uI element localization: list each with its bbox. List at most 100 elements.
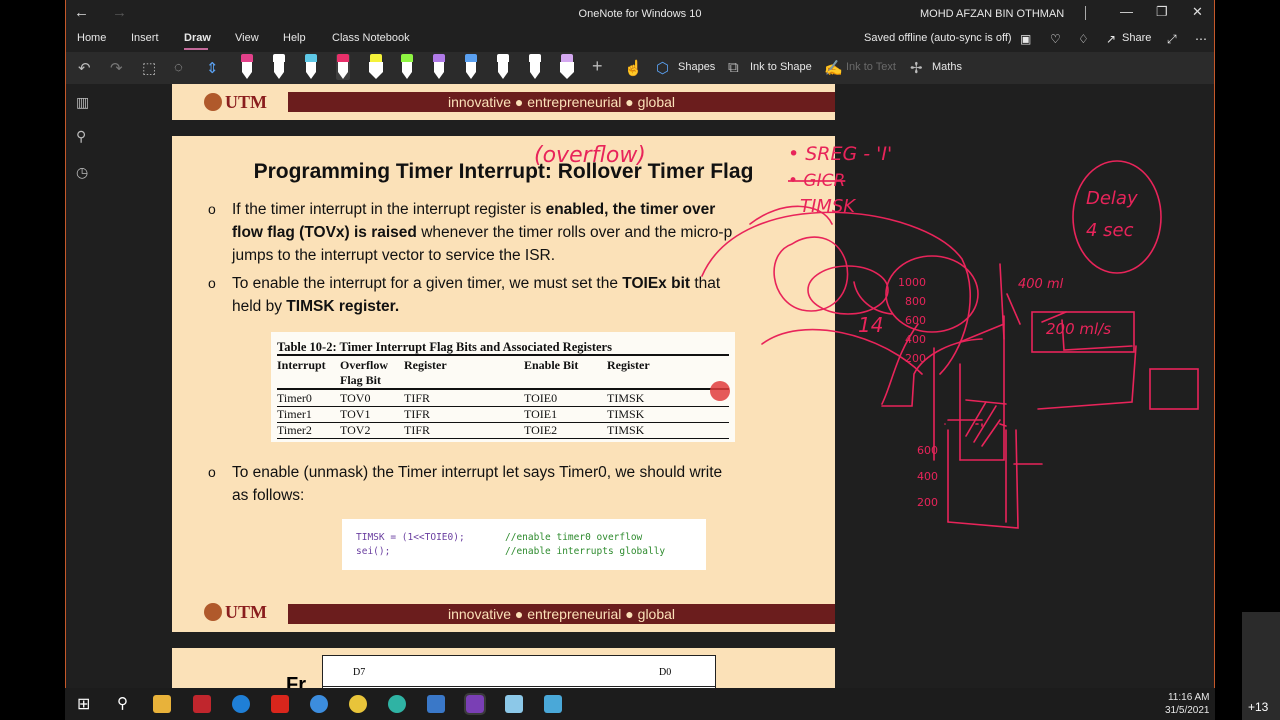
start-icon[interactable]: ⊞ [77, 694, 90, 714]
delay-circle [885, 255, 979, 333]
tab-home[interactable]: Home [77, 32, 106, 44]
tank-outline [959, 315, 1005, 461]
ink-scales: 1000 800 600 400 200 600 400 200 [898, 276, 938, 509]
ink-overflow-note: (overflow) [534, 143, 646, 168]
pen-tool[interactable] [528, 54, 542, 80]
hatching [965, 401, 1001, 447]
app3-icon[interactable] [505, 695, 523, 713]
close-icon[interactable]: ✕ [1192, 4, 1203, 20]
left-navigation: ▥ ⚲ ◷ [66, 84, 102, 688]
ink-scale-label: 400 [917, 470, 938, 483]
screen: ← → OneNote for Windows 10 MOHD AFZAN BI… [0, 0, 1280, 720]
maths-button[interactable]: Maths [932, 61, 962, 73]
menu-tabs: Home Insert Draw View Help Class Noteboo… [66, 28, 1214, 52]
lightbulb-icon[interactable]: ♡ [1050, 32, 1061, 46]
ink-timsk-note: TIMSK [800, 196, 856, 217]
ink-stroke [881, 338, 983, 407]
ink-scale-label: 200 [905, 352, 926, 365]
tank2-outline [947, 429, 1007, 523]
tab-insert[interactable]: Insert [131, 32, 159, 44]
acrobat-icon[interactable] [271, 695, 289, 713]
pen-tool[interactable] [272, 54, 286, 80]
tab-help[interactable]: Help [283, 32, 306, 44]
ink-side-label: 14 [858, 313, 883, 337]
ink-scale-label: 400 [905, 333, 926, 346]
ink-stroke [761, 328, 923, 375]
pen-tool[interactable] [400, 54, 414, 80]
bell-icon[interactable]: ♢ [1078, 32, 1089, 46]
pen-tool[interactable] [336, 54, 350, 80]
ink-scale-label: 600 [917, 444, 938, 457]
share-icon[interactable]: ↗ [1106, 32, 1116, 46]
search-icon[interactable]: ⚲ [76, 128, 86, 145]
undo-icon[interactable]: ↶ [78, 59, 91, 77]
ink-stroke [1037, 345, 1137, 410]
more-icon[interactable]: ⋯ [1195, 32, 1207, 46]
system-clock[interactable]: 11:16 AM 31/5/2021 [1165, 691, 1210, 717]
pen-tool[interactable] [496, 54, 510, 80]
shapes-icon[interactable]: ⬡ [656, 59, 669, 77]
ink-scale-label: 600 [905, 314, 926, 327]
pen-tool[interactable] [560, 54, 574, 80]
minimize-icon[interactable]: — [1120, 4, 1133, 19]
ink-scale-label: 200 [917, 496, 938, 509]
pen-tool[interactable] [240, 54, 254, 80]
expand-icon[interactable]: ⤢ [1167, 32, 1177, 47]
tab-view[interactable]: View [235, 32, 259, 44]
pen-tool[interactable] [464, 54, 478, 80]
user-name[interactable]: MOHD AFZAN BIN OTHMAN [920, 8, 1064, 20]
internet-explorer-icon[interactable] [310, 695, 328, 713]
ink-to-shape-icon[interactable]: ⧉ [728, 59, 739, 76]
mail-icon[interactable] [427, 695, 445, 713]
lasso-select-icon[interactable]: ⬚ [142, 59, 156, 77]
share-button[interactable]: Share [1122, 32, 1151, 44]
pen-tool[interactable] [304, 54, 318, 80]
ink-scale-label: 800 [905, 295, 926, 308]
sync-status: Saved offline (auto-sync is off) [864, 32, 1012, 44]
search-icon[interactable]: ⚲ [117, 694, 128, 712]
draw-ribbon: ↶ ↷ ⬚ ◌ ⇕ + ☝ ⬡ Shapes ⧉ Ink to Shape ✍ … [66, 52, 1214, 84]
onenote-window: ← → OneNote for Windows 10 MOHD AFZAN BI… [65, 0, 1215, 688]
edge-icon[interactable] [232, 695, 250, 713]
tab-class-notebook[interactable]: Class Notebook [332, 32, 410, 44]
restore-icon[interactable]: ❐ [1156, 4, 1168, 20]
file-explorer-icon[interactable] [153, 695, 171, 713]
ink-box [1149, 368, 1199, 410]
notebooks-icon[interactable]: ▥ [76, 94, 89, 111]
recent-icon[interactable]: ◷ [76, 164, 88, 181]
chrome-icon[interactable] [349, 695, 367, 713]
tab-draw[interactable]: Draw [184, 32, 211, 44]
redo-icon[interactable]: ↷ [110, 59, 123, 77]
lasso-icon[interactable]: ◌ [174, 59, 183, 76]
maths-icon[interactable]: ✢ [910, 59, 923, 77]
onenote-icon[interactable] [464, 693, 486, 715]
ink-curve [701, 211, 971, 375]
ink-delay-note: 4 sec [1086, 220, 1134, 241]
ink-annotations[interactable]: (overflow) • SREG - 'I' • GICR TIMSK Del… [102, 84, 1215, 688]
add-pen-icon[interactable]: + [592, 56, 603, 77]
pen-tool[interactable] [369, 54, 383, 80]
app4-icon[interactable] [544, 695, 562, 713]
ink-rate-note: 400 ml [1018, 277, 1064, 292]
overflow-participants[interactable]: +13 [1242, 612, 1280, 720]
ink-to-text-icon: ✍ [824, 60, 843, 77]
app-icon[interactable] [193, 695, 211, 713]
ink-stroke [999, 423, 1007, 427]
notebook-icon[interactable]: ▣ [1020, 32, 1031, 46]
app2-icon[interactable] [388, 695, 406, 713]
page-canvas[interactable]: UTM innovative ● entrepreneurial ● globa… [102, 84, 1215, 688]
active-tab-indicator [184, 48, 208, 50]
ink-rate2-note: 200 ml/s [1046, 320, 1111, 338]
title-bar: ← → OneNote for Windows 10 MOHD AFZAN BI… [66, 0, 1214, 28]
pen-tool[interactable] [432, 54, 446, 80]
ink-replay-icon[interactable]: ☝ [624, 59, 643, 77]
ink-scale-label: 1000 [898, 276, 926, 289]
add-space-icon[interactable]: ⇕ [206, 59, 219, 77]
ink-sreg-note: • SREG - 'I' [788, 143, 892, 165]
shapes-button[interactable]: Shapes [678, 61, 715, 73]
ink-to-text-button: Ink to Text [846, 61, 896, 73]
windows-taskbar: ⊞ ⚲ 11:16 AM 31/5/2021 [65, 688, 1215, 720]
ink-delay-note: Delay [1086, 188, 1138, 209]
ink-to-shape-button[interactable]: Ink to Shape [750, 61, 812, 73]
title-separator [1085, 6, 1086, 20]
